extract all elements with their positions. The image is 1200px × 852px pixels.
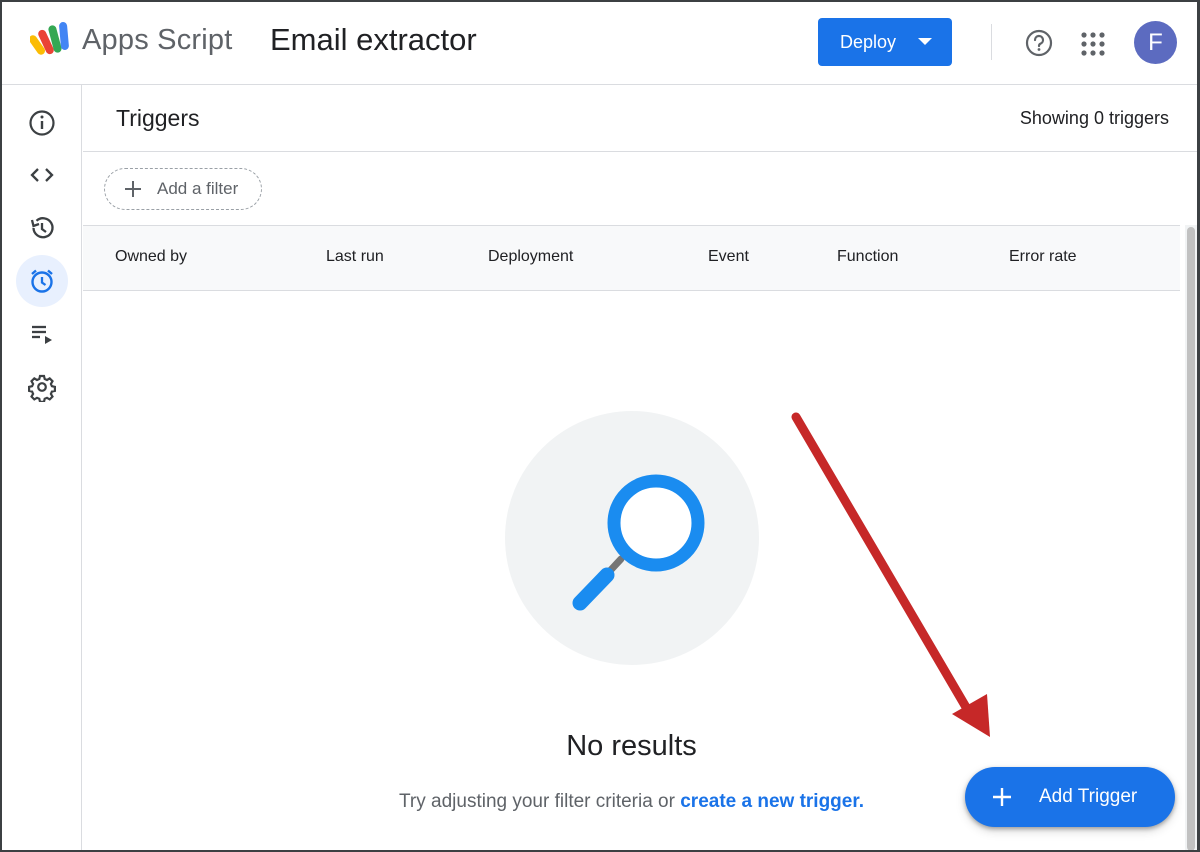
gear-icon bbox=[28, 374, 56, 402]
app-name[interactable]: Apps Script bbox=[82, 24, 233, 57]
rail-item-editor[interactable] bbox=[16, 149, 68, 201]
history-icon bbox=[30, 217, 54, 239]
add-trigger-label: Add Trigger bbox=[1039, 786, 1138, 807]
vertical-scrollbar[interactable] bbox=[1185, 225, 1197, 850]
info-icon bbox=[29, 110, 55, 136]
empty-state-title: No results bbox=[566, 730, 697, 762]
scrollbar-thumb[interactable] bbox=[1187, 227, 1195, 850]
page-title: Triggers bbox=[116, 105, 200, 131]
divider bbox=[991, 24, 992, 60]
help-icon[interactable] bbox=[1024, 28, 1054, 58]
app-window: Apps Script Email extractor Deploy F Tri… bbox=[0, 0, 1200, 852]
plus-icon bbox=[125, 181, 141, 197]
top-bar: Apps Script Email extractor Deploy F bbox=[2, 2, 1197, 85]
rail-item-settings[interactable] bbox=[16, 361, 68, 413]
column-header-owned-by[interactable]: Owned by bbox=[115, 248, 187, 266]
avatar[interactable]: F bbox=[1134, 21, 1177, 64]
deploy-button[interactable]: Deploy bbox=[818, 18, 952, 66]
column-header-last-run[interactable]: Last run bbox=[326, 248, 384, 266]
add-filter-label: Add a filter bbox=[157, 179, 239, 198]
apps-script-logo-icon bbox=[30, 22, 69, 55]
empty-state-hint-text: Try adjusting your filter criteria or bbox=[399, 791, 675, 812]
plus-icon bbox=[993, 788, 1011, 806]
triggers-panel: Triggers Showing 0 triggers Add a filter… bbox=[83, 85, 1197, 850]
trigger-count: Showing 0 triggers bbox=[1019, 108, 1169, 128]
project-title[interactable]: Email extractor bbox=[270, 22, 477, 58]
create-trigger-link[interactable]: create a new trigger. bbox=[680, 791, 864, 812]
column-header-error-rate[interactable]: Error rate bbox=[1009, 248, 1077, 266]
add-filter-button[interactable]: Add a filter bbox=[104, 168, 262, 210]
rail-item-overview[interactable] bbox=[16, 97, 68, 149]
table-header: Owned by Last run Deployment Event Funct… bbox=[83, 225, 1180, 291]
rail-item-history[interactable] bbox=[16, 202, 68, 254]
code-icon bbox=[30, 168, 54, 182]
magnifier-icon bbox=[572, 474, 705, 611]
apps-grid-icon[interactable] bbox=[1079, 30, 1107, 58]
column-header-function[interactable]: Function bbox=[837, 248, 898, 266]
column-header-event[interactable]: Event bbox=[708, 248, 749, 266]
left-nav-rail bbox=[2, 85, 82, 850]
caret-down-icon[interactable] bbox=[918, 38, 932, 45]
column-header-deployment[interactable]: Deployment bbox=[488, 248, 573, 266]
deploy-button-label: Deploy bbox=[840, 31, 897, 52]
add-trigger-button[interactable]: Add Trigger bbox=[965, 767, 1175, 827]
rail-item-triggers[interactable] bbox=[16, 255, 68, 307]
divider bbox=[83, 151, 1197, 152]
alarm-icon bbox=[31, 269, 53, 293]
rail-item-executions[interactable] bbox=[16, 308, 68, 360]
executions-icon bbox=[32, 325, 52, 344]
